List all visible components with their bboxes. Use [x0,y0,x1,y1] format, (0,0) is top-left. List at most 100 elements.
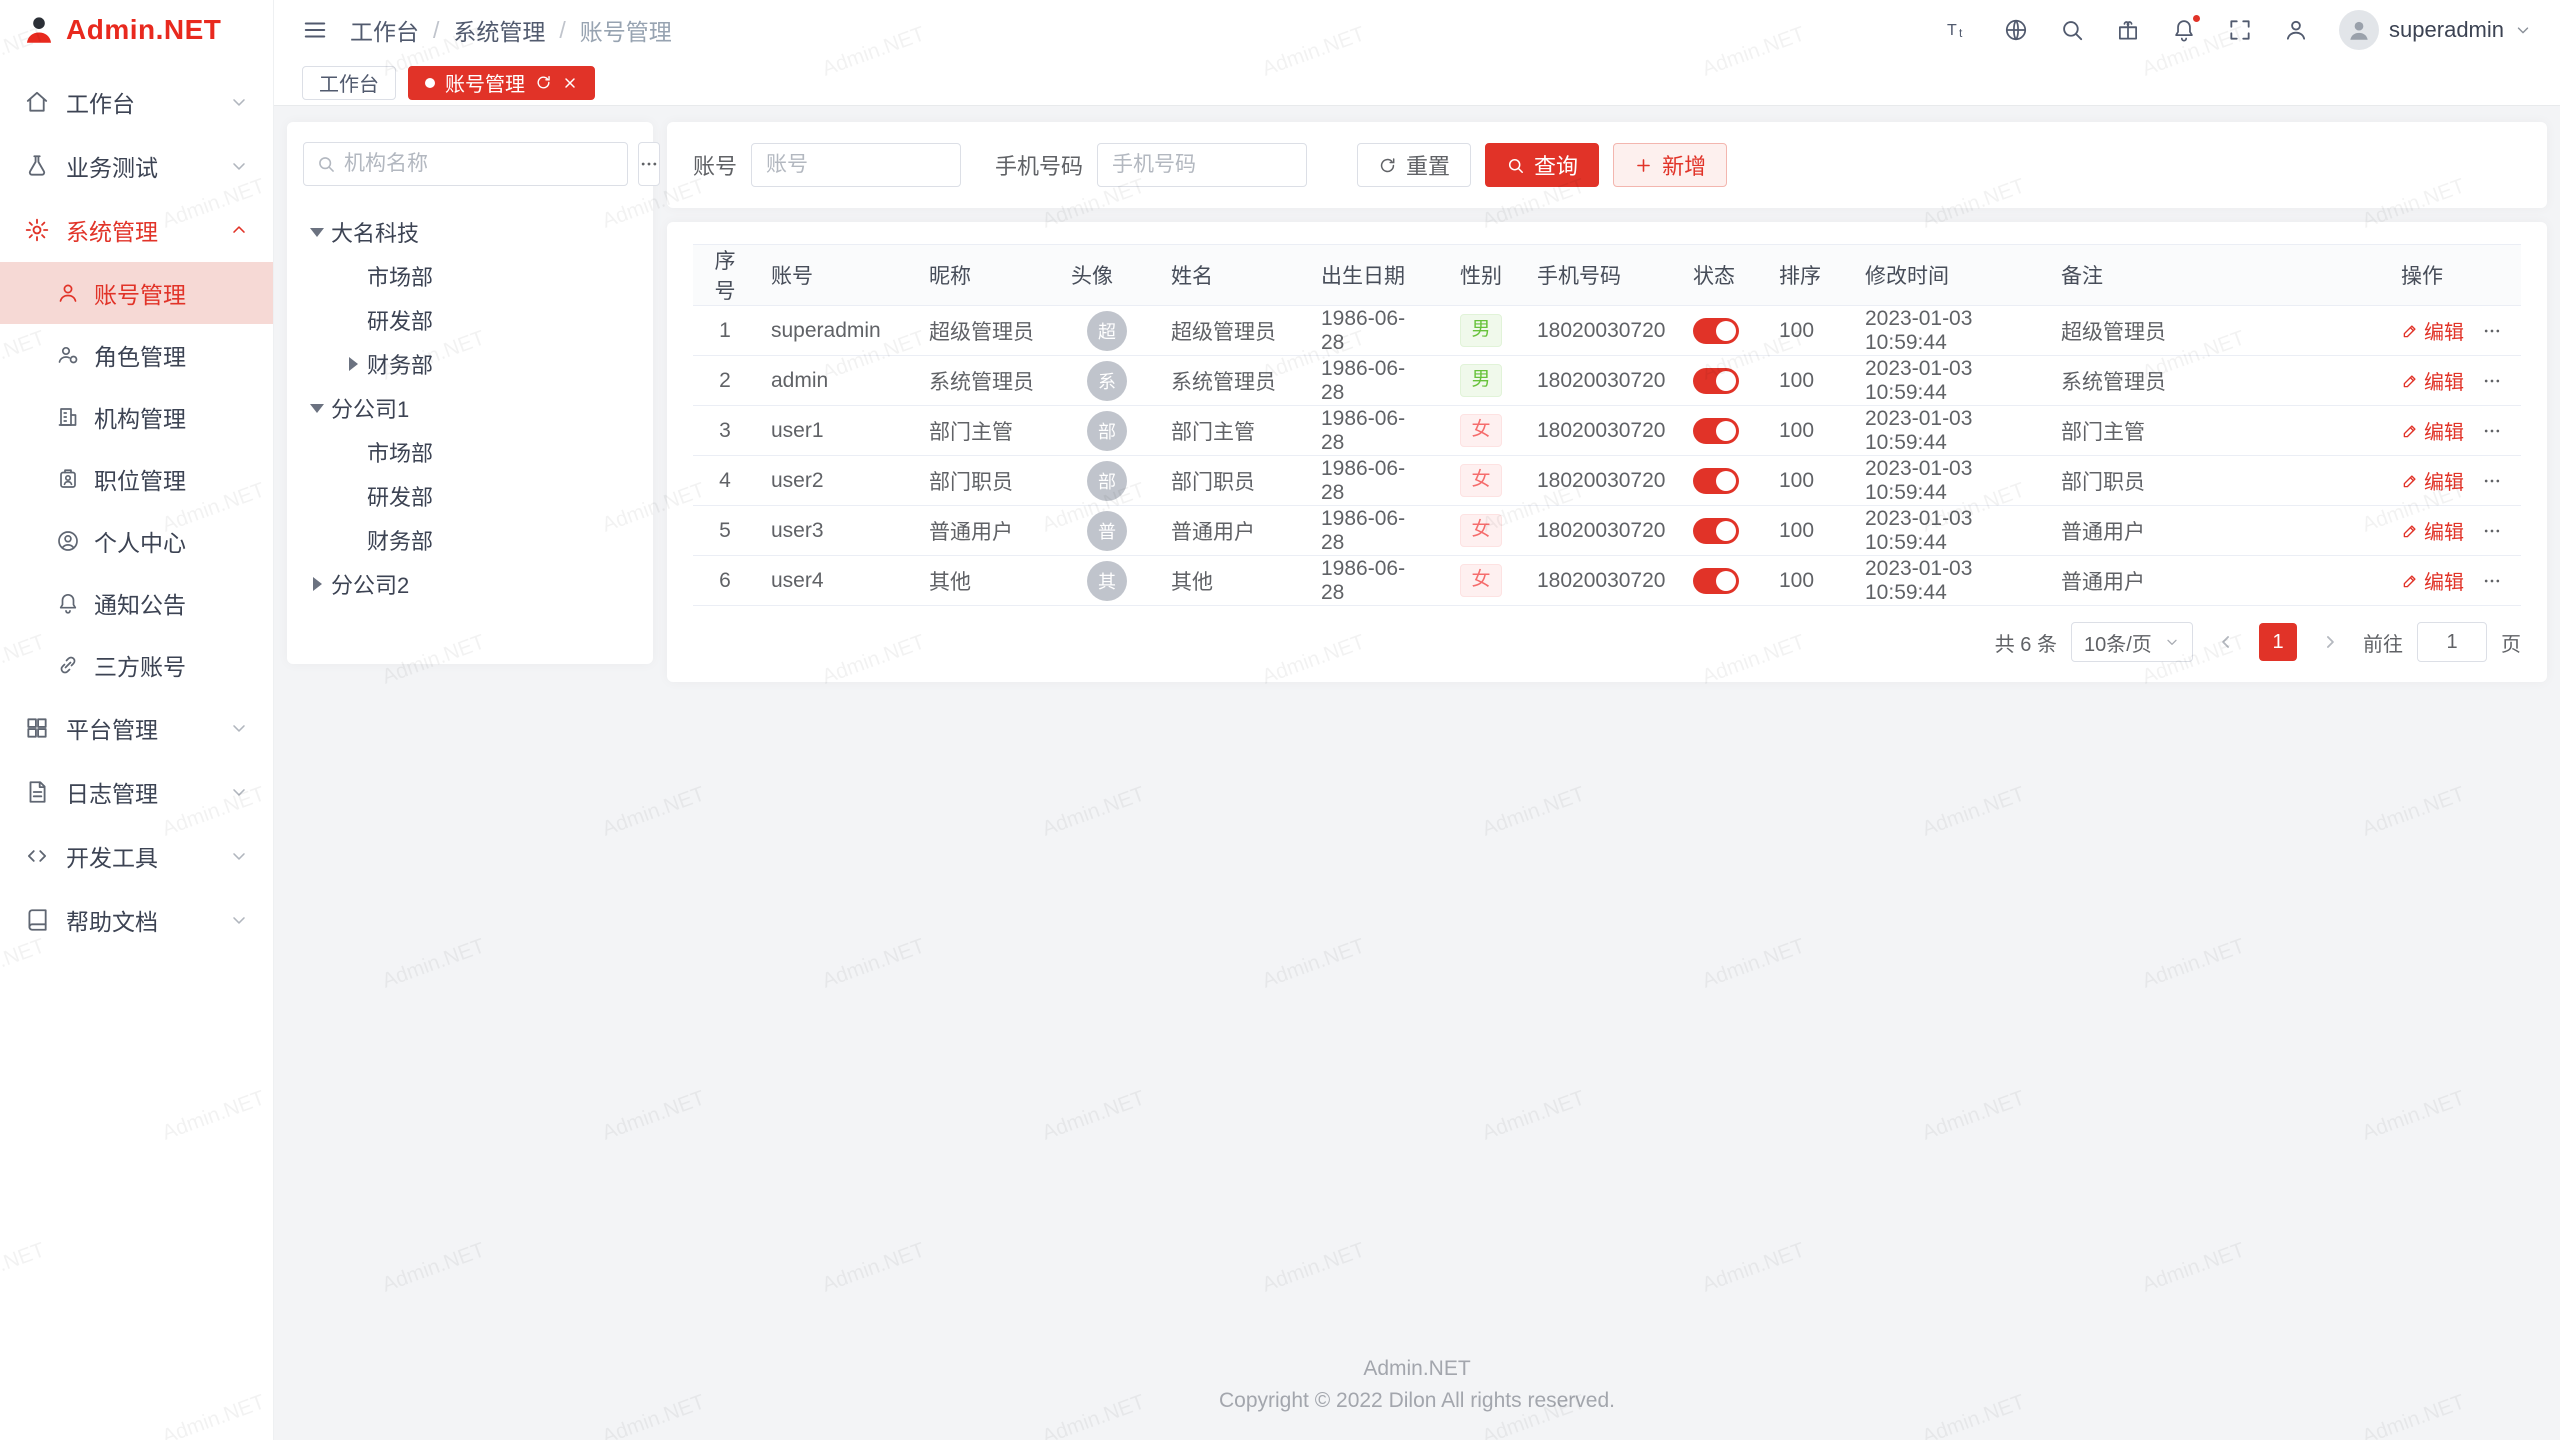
edit-label: 编辑 [2424,516,2464,545]
sidebar-item-logs[interactable]: 日志管理 [0,760,273,824]
row-avatar: 超 [1087,311,1127,351]
status-toggle[interactable] [1693,468,1739,494]
caret-right-icon[interactable] [339,357,367,371]
tree-node[interactable]: 市场部 [303,430,637,474]
sidebar-item-label: 个人中心 [94,524,186,558]
more-actions-button[interactable] [2482,521,2502,541]
cell-account: user2 [757,456,915,506]
active-tab-dot [425,78,435,88]
page-footer: Admin.NET Copyright © 2022 Dilon All rig… [274,1353,2560,1418]
sidebar-item-devtools[interactable]: 开发工具 [0,824,273,888]
org-search-input[interactable] [344,152,615,176]
cell-modified: 2023-01-03 10:59:44 [1851,506,2047,556]
reset-button[interactable]: 重置 [1357,143,1471,187]
theme-icon[interactable] [2115,17,2141,43]
font-size-icon[interactable]: Tt [1945,17,1973,43]
sidebar-item-personal-center[interactable]: 个人中心 [0,510,273,572]
status-toggle[interactable] [1693,318,1739,344]
cell-remark: 普通用户 [2047,556,2387,606]
column-header-gender: 性别 [1439,245,1523,306]
fullscreen-icon[interactable] [2227,17,2253,43]
more-actions-button[interactable] [2482,321,2502,341]
chevron-down-icon [2164,634,2180,650]
page-number-current[interactable]: 1 [2259,623,2297,661]
search-icon[interactable] [2059,17,2085,43]
tree-node[interactable]: 分公司2 [303,562,637,606]
sidebar-item-business-test[interactable]: 业务测试 [0,134,273,198]
phone-input[interactable] [1097,143,1307,187]
edit-button[interactable]: 编辑 [2401,466,2464,495]
add-label: 新增 [1662,149,1706,181]
cell-modified: 2023-01-03 10:59:44 [1851,556,2047,606]
breadcrumb-item[interactable]: 工作台 [350,13,419,47]
tree-node[interactable]: 研发部 [303,298,637,342]
sidebar-item-role-mgmt[interactable]: 角色管理 [0,324,273,386]
language-icon[interactable] [2003,17,2029,43]
sidebar-item-platform[interactable]: 平台管理 [0,696,273,760]
edit-button[interactable]: 编辑 [2401,566,2464,595]
account-input[interactable] [751,143,961,187]
more-actions-button[interactable] [2482,421,2502,441]
add-button[interactable]: 新增 [1613,143,1727,187]
status-toggle[interactable] [1693,418,1739,444]
sidebar-item-workbench[interactable]: 工作台 [0,70,273,134]
status-toggle[interactable] [1693,368,1739,394]
sidebar-item-account-mgmt[interactable]: 账号管理 [0,262,273,324]
status-toggle[interactable] [1693,568,1739,594]
caret-right-icon[interactable] [303,577,331,591]
sidebar-item-help-docs[interactable]: 帮助文档 [0,888,273,952]
sidebar-item-system[interactable]: 系统管理 [0,198,273,262]
tree-node[interactable]: 财务部 [303,518,637,562]
org-tree: 大名科技 市场部 研发部 财务部 [303,210,637,606]
breadcrumb-item-current: 账号管理 [580,13,672,47]
close-icon[interactable] [562,75,578,91]
search-button[interactable]: 查询 [1485,143,1599,187]
tree-node[interactable]: 大名科技 [303,210,637,254]
status-toggle[interactable] [1693,518,1739,544]
app-logo[interactable]: Admin.NET [0,0,273,60]
more-actions-button[interactable] [2482,471,2502,491]
sidebar-item-notice[interactable]: 通知公告 [0,572,273,634]
page-size-select[interactable]: 10条/页 [2071,622,2193,662]
cell-order: 100 [1765,506,1851,556]
next-page-button[interactable] [2311,623,2349,661]
table-row: 5 user3 普通用户 普 普通用户 1986-06-28 女 1802003… [693,506,2521,556]
user-menu[interactable]: superadmin [2339,10,2532,50]
tree-node-label: 研发部 [367,304,433,336]
cell-nickname: 普通用户 [915,506,1057,556]
breadcrumb-item[interactable]: 系统管理 [453,13,545,47]
column-header-remark: 备注 [2047,245,2387,306]
sidebar-item-label: 业务测试 [66,149,158,183]
more-actions-button[interactable] [2482,571,2502,591]
tree-node[interactable]: 研发部 [303,474,637,518]
caret-down-icon[interactable] [303,404,331,413]
tree-node-label: 分公司1 [331,392,409,424]
cell-birth: 1986-06-28 [1307,506,1439,556]
tree-node[interactable]: 财务部 [303,342,637,386]
refresh-icon[interactable] [535,74,552,91]
accounts-table: 序号 账号 昵称 头像 姓名 出生日期 性别 手机号码 状态 排序 修改时间 [693,244,2521,606]
org-more-button[interactable] [638,142,660,186]
tree-node[interactable]: 分公司1 [303,386,637,430]
sidebar-item-position-mgmt[interactable]: 职位管理 [0,448,273,510]
edit-button[interactable]: 编辑 [2401,416,2464,445]
cell-remark: 普通用户 [2047,506,2387,556]
sidebar-item-third-party-account[interactable]: 三方账号 [0,634,273,696]
tab-account-mgmt[interactable]: 账号管理 [408,66,595,100]
toggle-knob [1716,371,1736,391]
tab-workbench[interactable]: 工作台 [302,66,396,100]
sidebar-item-org-mgmt[interactable]: 机构管理 [0,386,273,448]
hamburger-menu-icon[interactable] [302,17,328,43]
username-label: superadmin [2389,17,2504,43]
profile-icon[interactable] [2283,17,2309,43]
edit-button[interactable]: 编辑 [2401,516,2464,545]
prev-page-button[interactable] [2207,623,2245,661]
edit-button[interactable]: 编辑 [2401,366,2464,395]
more-actions-button[interactable] [2482,371,2502,391]
goto-page-input[interactable] [2417,622,2487,662]
notification-bell-icon[interactable] [2171,17,2197,43]
tree-node[interactable]: 市场部 [303,254,637,298]
caret-down-icon[interactable] [303,228,331,237]
edit-button[interactable]: 编辑 [2401,316,2464,345]
cell-account: superadmin [757,306,915,356]
